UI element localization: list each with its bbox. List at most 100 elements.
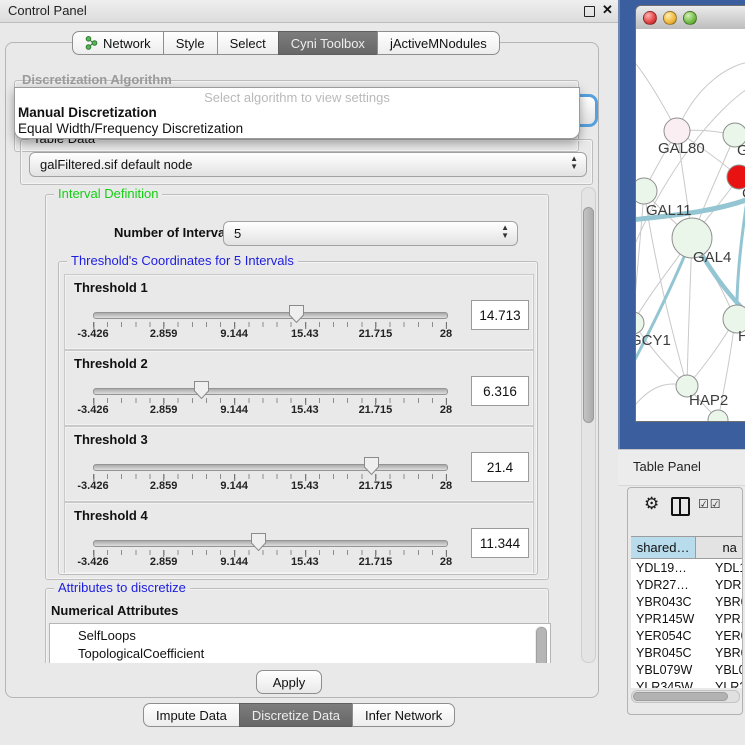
threshold-2-value-field[interactable]: 6.316	[471, 376, 529, 406]
panel-scrollbar[interactable]	[581, 187, 596, 663]
table-row[interactable]: YBL079WYBL0	[631, 661, 743, 678]
combo-stepper-icon: ▲▼	[570, 155, 578, 171]
threshold-1-panel: Threshold 1 -3.426 2.859 9.144 15.43 21.…	[64, 274, 534, 350]
tick-labels: -3.426 2.859 9.144 15.43 21.715 28	[93, 402, 446, 416]
threshold-2-slider-thumb[interactable]	[194, 381, 209, 399]
column-header-shared-name[interactable]: shared…	[631, 537, 696, 559]
threshold-2-panel: Threshold 2 -3.426 2.859 9.144 15.43 21.…	[64, 350, 534, 426]
list-item[interactable]: SelfLoops	[50, 627, 550, 645]
tick-labels: -3.426 2.859 9.144 15.43 21.715 28	[93, 478, 446, 492]
threshold-1-slider-track[interactable]	[93, 312, 448, 319]
table-row[interactable]: YER054CYER0	[631, 627, 743, 644]
combo-stepper-icon: ▲▼	[501, 224, 509, 240]
threshold-3-slider-thumb[interactable]	[364, 457, 379, 475]
numerical-attributes-label: Numerical Attributes	[51, 603, 178, 618]
threshold-2-slider-track[interactable]	[93, 388, 448, 395]
network-icon	[85, 36, 98, 50]
top-tab-bar: Network Style Select Cyni Toolbox jActiv…	[72, 31, 500, 55]
threshold-coordinates-group: Threshold's Coordinates for 5 Intervals …	[58, 261, 538, 575]
table-horizontal-scrollbar[interactable]	[631, 690, 740, 703]
settings-scroll-viewport: Interval Definition Number of Intervals …	[8, 186, 580, 663]
close-icon[interactable]: ✕	[602, 2, 613, 18]
select-columns-icon[interactable]: ☑☑	[698, 497, 722, 511]
dropdown-item-manual-discretization[interactable]: Manual Discretization	[18, 105, 157, 120]
network-canvas[interactable]: GAL80 GA C GAL11 GAL4 GCY1 H HAP2	[636, 29, 745, 421]
threshold-4-panel: Threshold 4 -3.426 2.859 9.144 15.43 21.…	[64, 502, 534, 573]
tab-select[interactable]: Select	[217, 31, 279, 55]
threshold-4-label: Threshold 4	[74, 508, 148, 523]
tab-infer-network[interactable]: Infer Network	[352, 703, 455, 727]
label-hap2: HAP2	[689, 392, 728, 409]
threshold-4-slider-track[interactable]	[93, 540, 448, 547]
control-panel-titlebar: Control Panel ✕	[0, 0, 618, 23]
label-gal80: GAL80	[658, 140, 705, 157]
tab-style[interactable]: Style	[163, 31, 218, 55]
gear-icon[interactable]: ⚙	[644, 494, 659, 514]
table-row[interactable]: YPR145WYPR1	[631, 610, 743, 627]
attributes-group-title: Attributes to discretize	[54, 580, 190, 595]
threshold-4-value-field[interactable]: 11.344	[471, 528, 529, 558]
dropdown-item-equal-width[interactable]: Equal Width/Frequency Discretization	[18, 121, 243, 136]
label-gal11: GAL11	[646, 202, 692, 219]
table-panel-title: Table Panel	[633, 459, 701, 474]
node-gal11[interactable]	[636, 178, 657, 204]
table-horizontal-scrollbar-thumb[interactable]	[633, 692, 728, 701]
dropdown-prompt-item[interactable]: Select algorithm to view settings	[15, 90, 579, 105]
tab-cyni-toolbox[interactable]: Cyni Toolbox	[278, 31, 378, 55]
threshold-coordinates-title: Threshold's Coordinates for 5 Intervals	[67, 253, 298, 268]
minimize-traffic-light-icon[interactable]	[663, 11, 677, 25]
list-scrollbar-thumb[interactable]	[536, 627, 547, 663]
threshold-1-label: Threshold 1	[74, 280, 148, 295]
column-header-name[interactable]: na	[696, 537, 743, 559]
node-table: shared… na YDL19…YDL1 YDR27…YDR2 YBR043C…	[631, 536, 743, 688]
tab-network-label: Network	[103, 36, 151, 51]
numerical-attributes-list[interactable]: SelfLoops TopologicalCoefficient Between…	[49, 623, 551, 663]
table-row[interactable]: YBR043CYBR0	[631, 593, 743, 610]
discretization-algorithm-title: Discretization Algorithm	[22, 72, 172, 87]
table-data-combobox[interactable]: galFiltered.sif default node ▲▼	[29, 152, 587, 177]
zoom-traffic-light-icon[interactable]	[683, 11, 697, 25]
list-scrollbar[interactable]	[535, 626, 547, 663]
threshold-3-label: Threshold 3	[74, 432, 148, 447]
threshold-2-label: Threshold 2	[74, 356, 148, 371]
column-layout-icon[interactable]	[671, 497, 690, 516]
number-of-intervals-value: 5	[234, 226, 241, 241]
tab-impute-data[interactable]: Impute Data	[143, 703, 240, 727]
table-row[interactable]: YLR345WYLR3	[631, 678, 743, 688]
threshold-1-slider-thumb[interactable]	[289, 305, 304, 323]
list-item[interactable]: TopologicalCoefficient	[50, 645, 550, 663]
tab-network[interactable]: Network	[72, 31, 164, 55]
close-traffic-light-icon[interactable]	[643, 11, 657, 25]
table-row[interactable]: YDL19…YDL1	[631, 559, 743, 576]
network-window-titlebar[interactable]	[636, 6, 745, 30]
bottom-tab-bar: Impute Data Discretize Data Infer Networ…	[143, 703, 455, 727]
apply-button[interactable]: Apply	[256, 670, 322, 694]
network-window-frame: GAL80 GA C GAL11 GAL4 GCY1 H HAP2	[618, 0, 745, 449]
table-header-row: shared… na	[631, 536, 743, 559]
node-gcy1[interactable]	[636, 312, 644, 334]
float-window-icon[interactable]	[584, 6, 595, 17]
threshold-4-slider-thumb[interactable]	[251, 533, 266, 551]
tab-discretize-data[interactable]: Discretize Data	[239, 703, 353, 727]
table-panel-header: Table Panel	[618, 449, 745, 486]
number-of-intervals-combobox[interactable]: 5 ▲▼	[223, 221, 518, 246]
tick-labels: -3.426 2.859 9.144 15.43 21.715 28	[93, 554, 446, 568]
tab-jactivemnodules[interactable]: jActiveMNodules	[377, 31, 500, 55]
label-partial-top: GA	[737, 142, 745, 159]
table-row[interactable]: YDR27…YDR2	[631, 576, 743, 593]
threshold-3-slider-track[interactable]	[93, 464, 448, 471]
threshold-1-value-field[interactable]: 14.713	[471, 300, 529, 330]
network-view-window[interactable]: GAL80 GA C GAL11 GAL4 GCY1 H HAP2	[635, 5, 745, 422]
threshold-3-value-field[interactable]: 21.4	[471, 452, 529, 482]
interval-definition-group: Interval Definition Number of Intervals …	[45, 194, 549, 580]
label-gcy1: GCY1	[636, 332, 671, 349]
network-graph: GAL80 GA C GAL11 GAL4 GCY1 H HAP2	[636, 29, 745, 421]
attributes-group: Attributes to discretize Numerical Attri…	[45, 588, 549, 663]
interval-definition-title: Interval Definition	[54, 186, 162, 201]
node-partial-bottom[interactable]	[708, 410, 728, 421]
table-row[interactable]: YBR045CYBR0	[631, 644, 743, 661]
label-partial-right: H	[738, 328, 745, 345]
panel-scrollbar-thumb[interactable]	[583, 207, 594, 423]
panel-title: Control Panel	[8, 3, 87, 18]
tick-labels: -3.426 2.859 9.144 15.43 21.715 28	[93, 326, 446, 340]
